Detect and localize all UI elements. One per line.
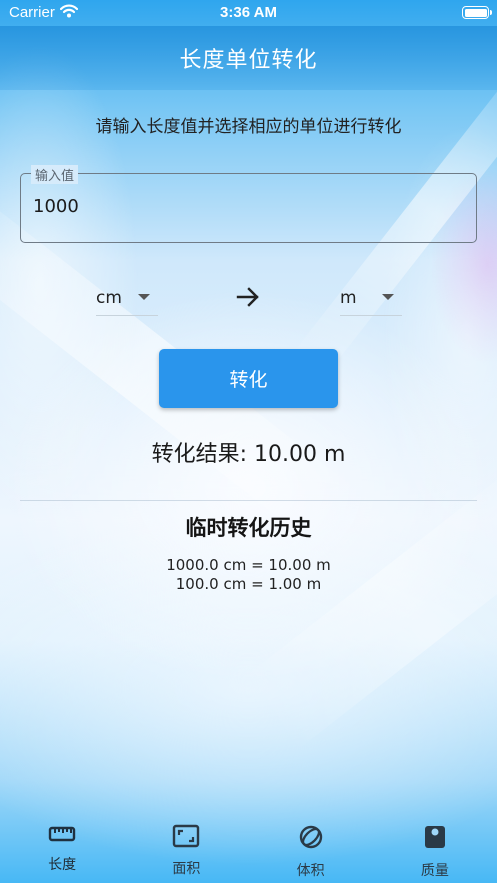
nav-label: 体积 — [296, 863, 325, 879]
nav-label: 质量 — [420, 863, 449, 879]
length-input[interactable] — [33, 196, 453, 217]
status-bar: Carrier 3:36 AM — [0, 0, 497, 26]
ruler-icon — [48, 824, 76, 848]
conversion-result: 转化结果: 10.00 m — [151, 442, 346, 467]
area-icon — [172, 824, 200, 852]
app-bar: 长度单位转化 — [0, 26, 497, 90]
from-unit-value: cm — [96, 288, 122, 308]
convert-button[interactable]: 转化 — [159, 349, 338, 408]
battery-icon — [462, 6, 492, 19]
nav-item-mass[interactable]: 质量 — [373, 811, 497, 883]
input-label: 输入值 — [31, 165, 79, 184]
history-item: 100.0 cm = 1.00 m — [175, 575, 322, 593]
background-streak — [240, 458, 497, 752]
history-list: 1000.0 cm = 10.00 m 100.0 cm = 1.00 m — [0, 556, 497, 594]
from-unit-dropdown[interactable]: cm — [96, 281, 158, 316]
clock: 3:36 AM — [220, 4, 277, 21]
history-item: 1000.0 cm = 10.00 m — [166, 556, 331, 574]
length-input-field[interactable]: 输入值 — [20, 165, 477, 243]
nav-item-area[interactable]: 面积 — [124, 811, 248, 883]
history-title: 临时转化历史 — [185, 516, 312, 540]
to-unit-dropdown[interactable]: m — [340, 281, 402, 316]
scale-icon — [421, 824, 449, 854]
arrow-right-icon — [235, 284, 261, 314]
chevron-down-icon — [138, 294, 150, 300]
nav-label: 长度 — [48, 857, 77, 873]
nav-item-length[interactable]: 长度 — [0, 811, 124, 883]
volume-icon — [297, 824, 325, 854]
bottom-nav: 长度 面积 体积 质量 — [0, 811, 497, 883]
page-title: 长度单位转化 — [179, 48, 318, 73]
nav-item-volume[interactable]: 体积 — [249, 811, 373, 883]
divider — [20, 500, 477, 501]
instruction-text: 请输入长度值并选择相应的单位进行转化 — [95, 117, 402, 137]
nav-label: 面积 — [172, 861, 201, 877]
chevron-down-icon — [382, 294, 394, 300]
to-unit-value: m — [340, 288, 357, 308]
